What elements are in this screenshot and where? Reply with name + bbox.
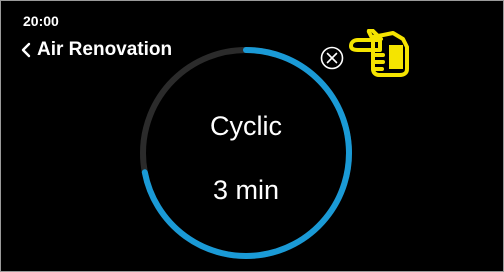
close-circle-icon [319,45,345,71]
progress-ring [137,44,355,262]
screen: 20:00 Air Renovation Cyclic 3 min [9,9,497,265]
mode-label: Cyclic [210,111,282,141]
status-time: 20:00 [23,13,59,29]
pointing-hand-icon [347,29,411,81]
device-frame: 20:00 Air Renovation Cyclic 3 min [0,0,504,272]
chevron-left-icon [21,42,31,58]
close-button[interactable] [319,45,345,71]
duration-label: 3 min [212,175,280,205]
